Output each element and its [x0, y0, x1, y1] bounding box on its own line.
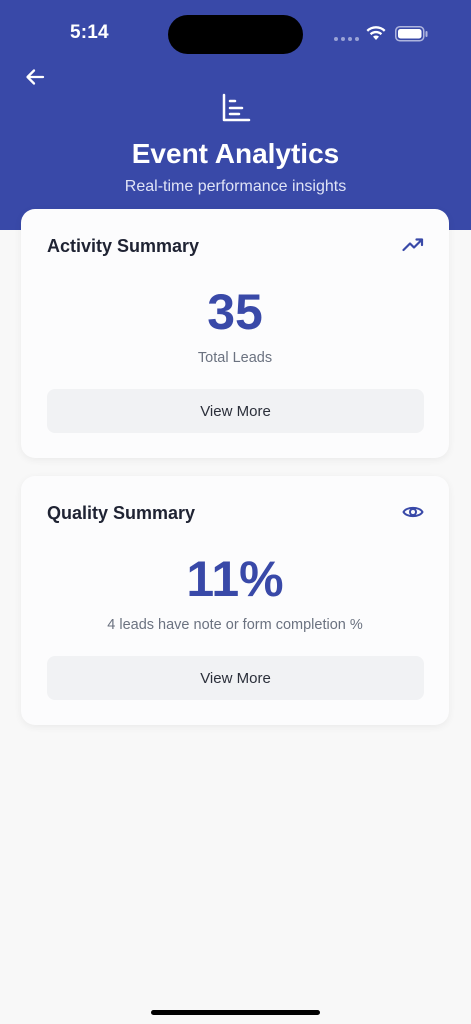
arrow-left-icon: [26, 69, 45, 85]
activity-summary-card: Activity Summary 35 Total Leads View Mor…: [21, 209, 449, 458]
quality-percentage-value: 11%: [186, 551, 284, 607]
quality-caption: 4 leads have note or form completion %: [107, 617, 363, 633]
home-indicator: [151, 1010, 320, 1015]
back-button[interactable]: [20, 62, 50, 92]
dynamic-island: [168, 15, 303, 54]
quality-summary-card: Quality Summary 11% 4 leads have note or…: [21, 476, 449, 725]
trending-up-icon: [402, 238, 424, 252]
bar-chart-icon: [222, 93, 251, 122]
page-subtitle: Real-time performance insights: [124, 178, 347, 195]
status-time: 5:14: [70, 22, 109, 43]
cellular-signal-icon: [334, 37, 359, 41]
activity-view-more-button[interactable]: View More: [47, 389, 424, 433]
activity-summary-title: Activity Summary: [47, 236, 200, 256]
battery-icon: [395, 26, 428, 42]
status-bar: 5:14: [0, 0, 471, 60]
total-leads-value: 35: [207, 284, 263, 340]
wifi-icon: [366, 26, 386, 40]
eye-icon: [402, 506, 424, 518]
page-title: Event Analytics: [131, 138, 340, 169]
quality-view-more-button[interactable]: View More: [47, 656, 424, 700]
total-leads-label: Total Leads: [197, 350, 273, 366]
header: 5:14 Event Analytics Real-time performan…: [0, 0, 471, 230]
quality-summary-title: Quality Summary: [47, 503, 196, 523]
event-analytics-screen: 5:14 Event Analytics Real-time performan…: [0, 0, 471, 1024]
